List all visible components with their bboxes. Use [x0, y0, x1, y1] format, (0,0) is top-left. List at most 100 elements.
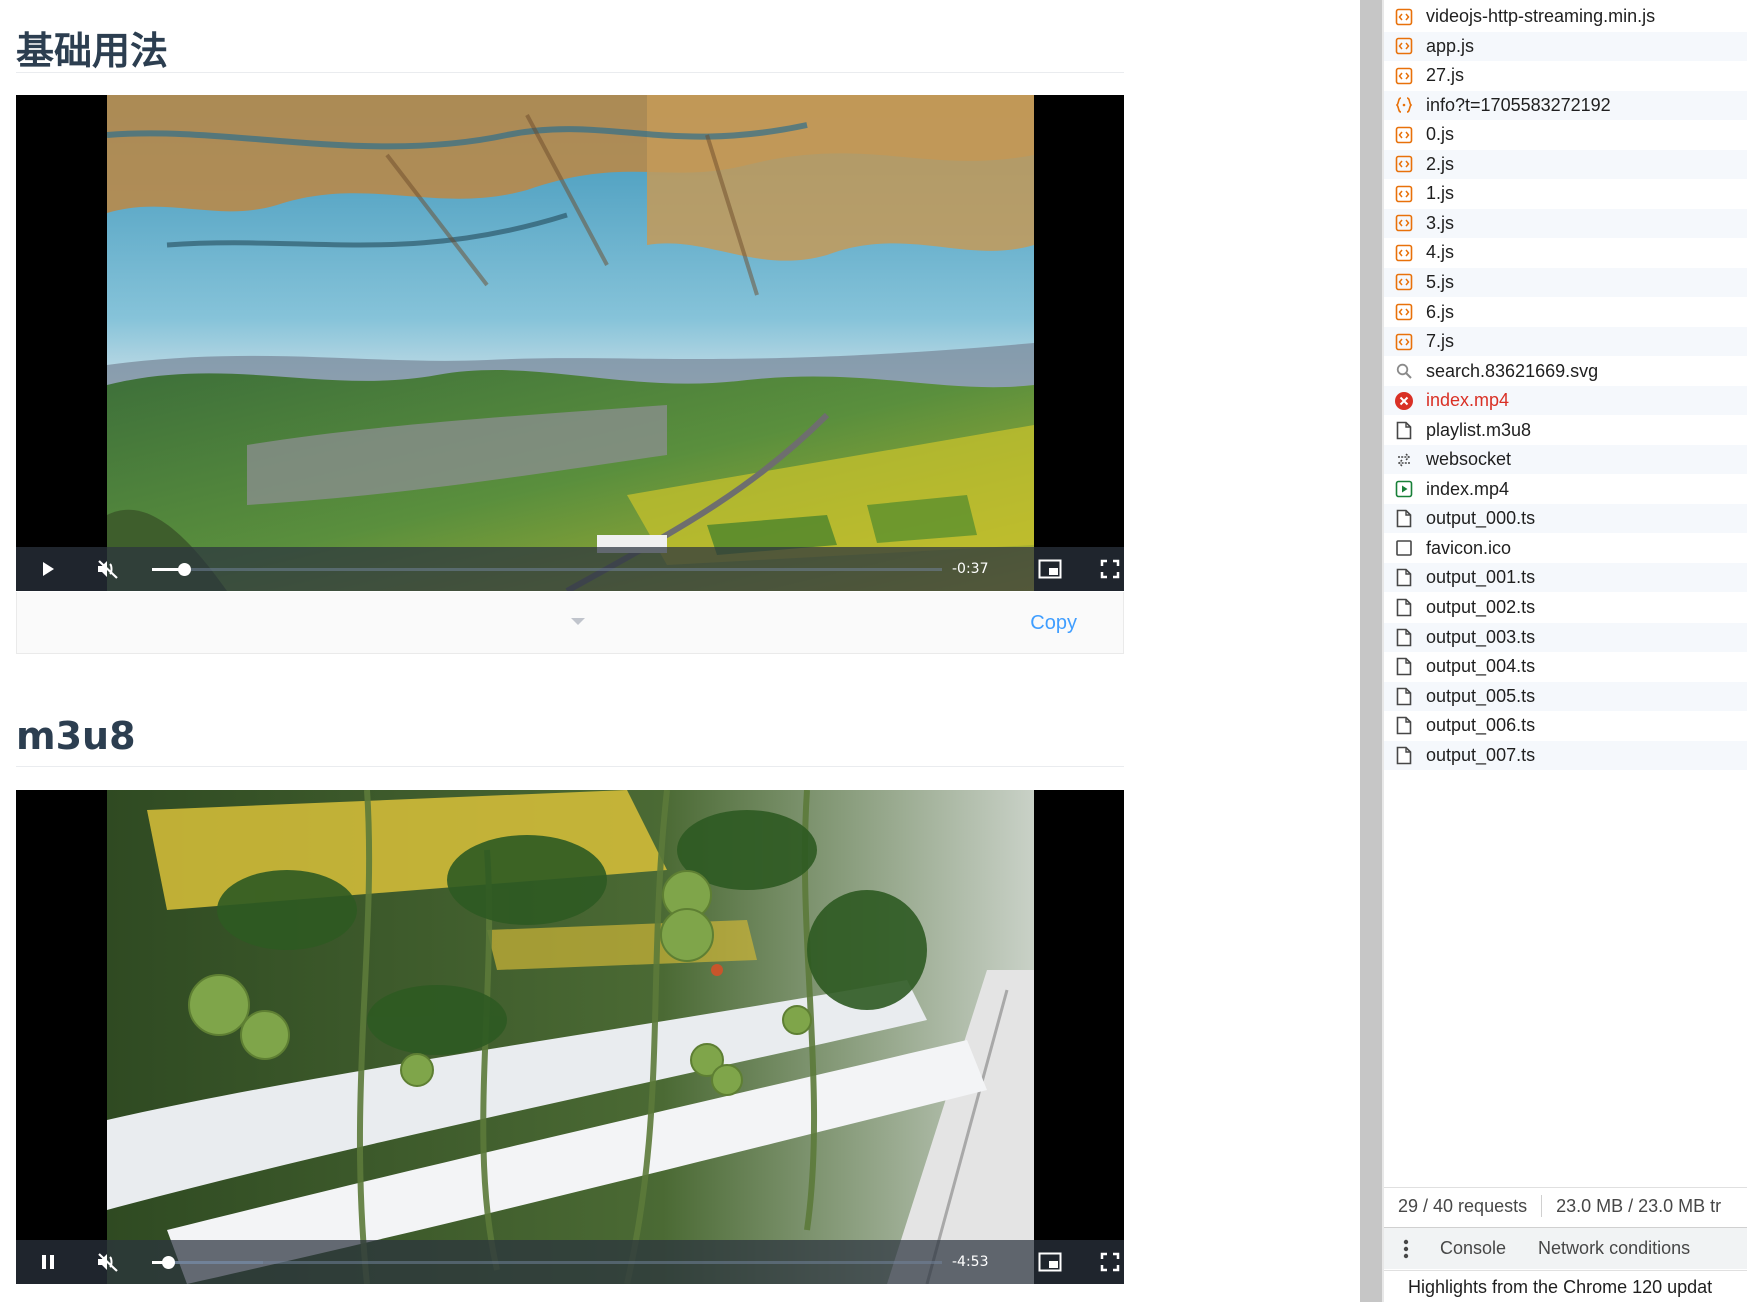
video-player-2[interactable]: -4:53	[16, 790, 1124, 1284]
request-row[interactable]: output_001.ts	[1384, 563, 1747, 593]
request-row[interactable]: 3.js	[1384, 208, 1747, 238]
search-icon	[1394, 361, 1414, 381]
more-tabs-button[interactable]	[1384, 1239, 1428, 1259]
remaining-time: -4:53	[952, 1254, 989, 1270]
request-name: 7.js	[1426, 331, 1455, 352]
document-icon	[1394, 598, 1414, 618]
json-icon	[1394, 95, 1414, 115]
pause-button[interactable]	[26, 1240, 70, 1284]
fullscreen-button[interactable]	[1088, 1240, 1124, 1284]
progress-bar-2[interactable]	[152, 1256, 942, 1269]
mute-button[interactable]	[86, 547, 130, 591]
mute-button[interactable]	[86, 1240, 130, 1284]
request-name: 1.js	[1426, 183, 1455, 204]
request-row[interactable]: output_004.ts	[1384, 652, 1747, 681]
script-icon	[1394, 302, 1414, 322]
play-button[interactable]	[26, 547, 70, 591]
tab-console[interactable]: Console	[1440, 1238, 1506, 1259]
muted-speaker-icon	[98, 1253, 118, 1272]
screen: 基础用法 -0:37 Copy m3u8 -4:53 videojs-http-…	[0, 0, 1747, 1302]
request-row[interactable]: 7.js	[1384, 327, 1747, 357]
picture-in-picture-button[interactable]	[1028, 1240, 1072, 1284]
request-row[interactable]: playlist.m3u8	[1384, 416, 1747, 445]
request-row[interactable]: app.js	[1384, 31, 1747, 61]
request-row[interactable]: favicon.ico	[1384, 534, 1747, 563]
video-player-1[interactable]: -0:37	[16, 95, 1124, 591]
request-row[interactable]: 27.js	[1384, 61, 1747, 90]
script-icon	[1394, 125, 1414, 145]
request-name: 0.js	[1426, 124, 1455, 145]
request-name: output_004.ts	[1426, 656, 1536, 677]
video-controls-2: -4:53	[16, 1240, 1124, 1284]
request-row[interactable]: 5.js	[1384, 267, 1747, 297]
request-row[interactable]: output_002.ts	[1384, 593, 1747, 622]
fullscreen-button[interactable]	[1088, 547, 1124, 591]
whats-new-headline[interactable]: Highlights from the Chrome 120 updat	[1384, 1270, 1747, 1302]
request-row[interactable]: output_006.ts	[1384, 711, 1747, 740]
media-icon	[1394, 479, 1414, 499]
image-icon	[1394, 538, 1414, 558]
request-row[interactable]: index.mp4	[1384, 386, 1747, 416]
document-icon	[1394, 420, 1414, 440]
request-name: 3.js	[1426, 212, 1455, 233]
request-row[interactable]: videojs-http-streaming.min.js	[1384, 2, 1747, 31]
request-row[interactable]: 2.js	[1384, 149, 1747, 179]
request-count: 29 / 40 requests	[1398, 1195, 1528, 1216]
document-icon	[1394, 568, 1414, 588]
devtools-resize-gutter[interactable]	[1360, 0, 1382, 1302]
request-name: output_006.ts	[1426, 715, 1536, 736]
request-name: search.83621669.svg	[1426, 360, 1599, 381]
request-row[interactable]: websocket	[1384, 445, 1747, 475]
network-summary-bar: 29 / 40 requests 23.0 MB / 23.0 MB tr	[1384, 1187, 1747, 1224]
progress-handle[interactable]	[177, 563, 191, 576]
request-name: output_007.ts	[1426, 744, 1536, 765]
code-toggle-bar: Copy	[16, 592, 1124, 654]
tab-network-conditions[interactable]: Network conditions	[1538, 1238, 1690, 1259]
script-icon	[1394, 272, 1414, 292]
request-name: 4.js	[1426, 242, 1455, 263]
request-name: index.mp4	[1426, 390, 1510, 411]
script-icon	[1394, 332, 1414, 352]
request-row[interactable]: index.mp4	[1384, 475, 1747, 504]
request-row[interactable]: info?t=1705583272192	[1384, 90, 1747, 120]
document-icon	[1394, 509, 1414, 529]
picture-in-picture-icon	[1038, 1252, 1062, 1272]
title-divider	[16, 766, 1124, 767]
request-name: websocket	[1426, 449, 1512, 470]
request-name: output_005.ts	[1426, 685, 1536, 706]
request-name: 27.js	[1426, 65, 1465, 86]
progress-bar-1[interactable]	[152, 563, 942, 576]
section-title-basic: 基础用法	[16, 29, 169, 73]
vertical-dots-icon	[1403, 1239, 1409, 1258]
request-row[interactable]: output_003.ts	[1384, 622, 1747, 652]
progress-handle[interactable]	[161, 1256, 175, 1269]
devtools-network-panel: videojs-http-streaming.min.js app.js 27.js…	[1384, 0, 1747, 1302]
picture-in-picture-button[interactable]	[1028, 547, 1072, 591]
request-row[interactable]: search.83621669.svg	[1384, 357, 1747, 386]
document-icon	[1394, 627, 1414, 647]
copy-button[interactable]: Copy	[1030, 612, 1077, 635]
request-row[interactable]: 4.js	[1384, 238, 1747, 267]
title-divider	[16, 72, 1124, 73]
pause-icon	[42, 1255, 54, 1269]
request-name: output_003.ts	[1426, 626, 1536, 647]
request-row[interactable]: 0.js	[1384, 120, 1747, 149]
request-name: 2.js	[1426, 153, 1455, 174]
request-row[interactable]: output_005.ts	[1384, 681, 1747, 711]
picture-in-picture-icon	[1038, 559, 1062, 579]
request-name: favicon.ico	[1426, 537, 1512, 558]
document-icon	[1394, 716, 1414, 736]
play-icon	[43, 562, 54, 576]
drawer-tab-bar: Console Network conditions	[1384, 1227, 1747, 1269]
request-row[interactable]: 1.js	[1384, 179, 1747, 208]
request-name: output_002.ts	[1426, 597, 1536, 617]
document-icon	[1394, 686, 1414, 706]
request-name: info?t=1705583272192	[1426, 94, 1611, 115]
request-name: playlist.m3u8	[1426, 419, 1532, 440]
request-row[interactable]: output_007.ts	[1384, 740, 1747, 770]
request-row[interactable]: output_000.ts	[1384, 504, 1747, 534]
expand-code-caret-icon[interactable]	[571, 618, 585, 625]
request-row[interactable]: 6.js	[1384, 298, 1747, 327]
divider	[1541, 1195, 1543, 1217]
script-icon	[1394, 66, 1414, 86]
